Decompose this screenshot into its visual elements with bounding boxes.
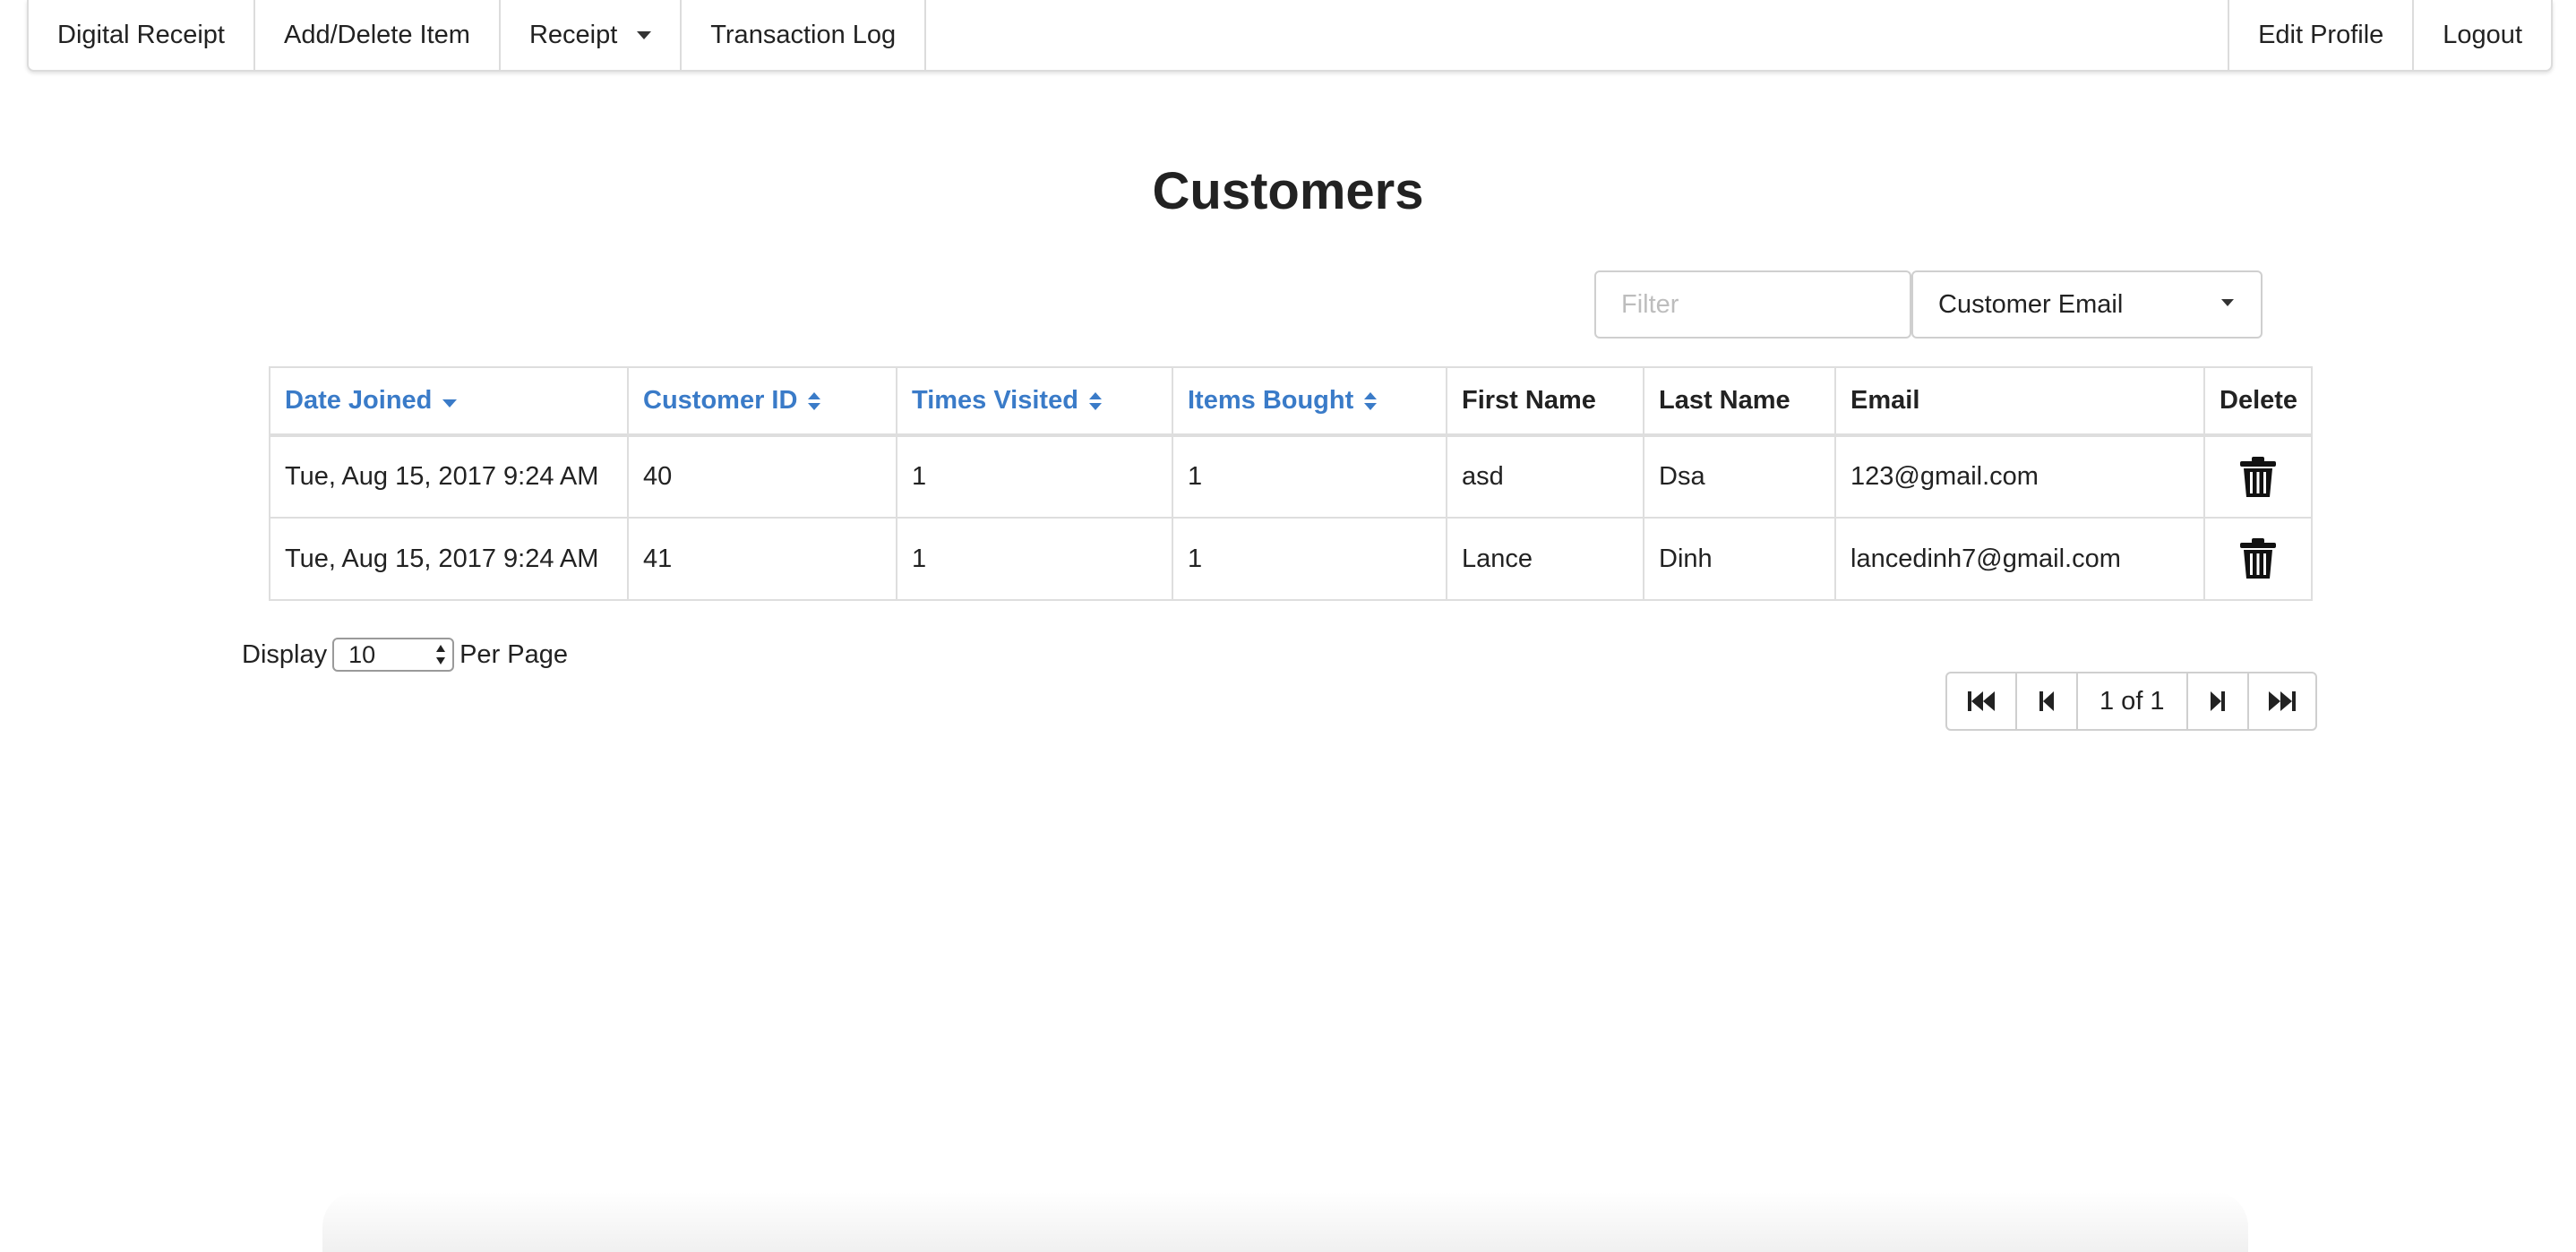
page-title: Customers <box>1152 162 1424 220</box>
column-header-label: Times Visited <box>912 386 1078 415</box>
nav-edit-profile[interactable]: Edit Profile <box>2228 0 2412 70</box>
cell-customer-id: 41 <box>627 517 897 601</box>
sort-icon <box>1364 392 1378 411</box>
cell-items-bought: 1 <box>1172 434 1447 519</box>
filter-field-selected: Customer Email <box>1938 289 2124 319</box>
table-row: Tue, Aug 15, 2017 9:24 AM 40 1 1 asd Dsa… <box>269 434 2313 519</box>
nav-right-group: Edit Profile Logout <box>2228 0 2551 70</box>
last-page-icon <box>2268 691 2296 711</box>
column-header-label: Items Bought <box>1188 386 1354 415</box>
prev-page-icon <box>2039 691 2054 711</box>
per-page-select[interactable]: 10 <box>332 638 455 672</box>
trash-icon <box>2240 456 2276 497</box>
cell-customer-id: 40 <box>627 434 897 519</box>
first-page-icon <box>1968 691 1995 711</box>
page-indicator: 1 of 1 <box>2078 673 2188 729</box>
cell-times-visited: 1 <box>896 517 1173 601</box>
customers-table: Date Joined Customer ID Times Visited It… <box>269 366 2313 601</box>
per-page-prefix: Display <box>242 639 328 669</box>
first-page-button[interactable] <box>1947 673 2017 729</box>
nav-transaction-log[interactable]: Transaction Log <box>682 0 927 70</box>
per-page-control: Display 10 Per Page <box>242 638 568 672</box>
chevron-down-icon <box>2221 299 2234 306</box>
filter-input[interactable] <box>1594 270 1911 339</box>
nav-add-delete-item[interactable]: Add/Delete Item <box>255 0 501 70</box>
nav-logout[interactable]: Logout <box>2412 0 2551 70</box>
cell-first-name: Lance <box>1446 517 1644 601</box>
nav-receipt-label: Receipt <box>528 20 618 49</box>
cell-delete <box>2203 517 2313 601</box>
nav-edit-profile-label: Edit Profile <box>2258 20 2384 49</box>
table-header-row: Date Joined Customer ID Times Visited It… <box>269 366 2313 437</box>
next-page-button[interactable] <box>2188 673 2249 729</box>
nav-transaction-log-label: Transaction Log <box>710 20 897 49</box>
column-header-times-visited[interactable]: Times Visited <box>896 366 1173 437</box>
cell-first-name: asd <box>1446 434 1644 519</box>
sort-icon <box>1088 392 1102 411</box>
cell-delete <box>2203 434 2313 519</box>
delete-button[interactable] <box>2238 530 2278 587</box>
cell-last-name: Dinh <box>1643 517 1836 601</box>
sort-desc-icon <box>442 392 458 410</box>
cell-last-name: Dsa <box>1643 434 1836 519</box>
cell-email: lancedinh7@gmail.com <box>1834 517 2205 601</box>
nav-digital-receipt-label: Digital Receipt <box>57 20 225 49</box>
delete-button[interactable] <box>2238 449 2278 506</box>
pagination: 1 of 1 <box>1945 672 2317 731</box>
per-page-value: 10 <box>348 641 376 668</box>
nav-digital-receipt[interactable]: Digital Receipt <box>29 0 255 70</box>
select-arrows-icon <box>436 645 446 665</box>
nav-receipt-dropdown[interactable]: Receipt <box>501 0 683 70</box>
prev-page-button[interactable] <box>2017 673 2078 729</box>
cell-times-visited: 1 <box>896 434 1173 519</box>
last-page-button[interactable] <box>2249 673 2315 729</box>
chevron-down-icon <box>637 30 652 39</box>
top-navbar: Digital Receipt Add/Delete Item Receipt … <box>27 0 2553 72</box>
column-header-last-name: Last Name <box>1643 366 1836 437</box>
column-header-first-name: First Name <box>1446 366 1644 437</box>
table-row: Tue, Aug 15, 2017 9:24 AM 41 1 1 Lance D… <box>269 517 2313 601</box>
trash-icon <box>2240 538 2276 579</box>
cell-date-joined: Tue, Aug 15, 2017 9:24 AM <box>269 517 629 601</box>
next-page-icon <box>2210 691 2225 711</box>
nav-left-group: Digital Receipt Add/Delete Item Receipt … <box>29 0 927 70</box>
nav-add-delete-item-label: Add/Delete Item <box>283 20 470 49</box>
cell-date-joined: Tue, Aug 15, 2017 9:24 AM <box>269 434 629 519</box>
column-header-label: Customer ID <box>643 386 798 415</box>
column-header-email: Email <box>1834 366 2205 437</box>
column-header-date-joined[interactable]: Date Joined <box>269 366 629 437</box>
filter-field-dropdown[interactable]: Customer Email <box>1911 270 2263 339</box>
sort-icon <box>808 392 821 411</box>
column-header-delete: Delete <box>2203 366 2313 437</box>
per-page-suffix: Per Page <box>459 639 569 669</box>
customers-table-container: Date Joined Customer ID Times Visited It… <box>269 366 2313 601</box>
column-header-customer-id[interactable]: Customer ID <box>627 366 897 437</box>
cell-email: 123@gmail.com <box>1834 434 2205 519</box>
bottom-shadow <box>322 1191 2248 1252</box>
nav-logout-label: Logout <box>2443 20 2522 49</box>
column-header-items-bought[interactable]: Items Bought <box>1172 366 1447 437</box>
cell-items-bought: 1 <box>1172 517 1447 601</box>
column-header-label: Date Joined <box>285 386 433 415</box>
